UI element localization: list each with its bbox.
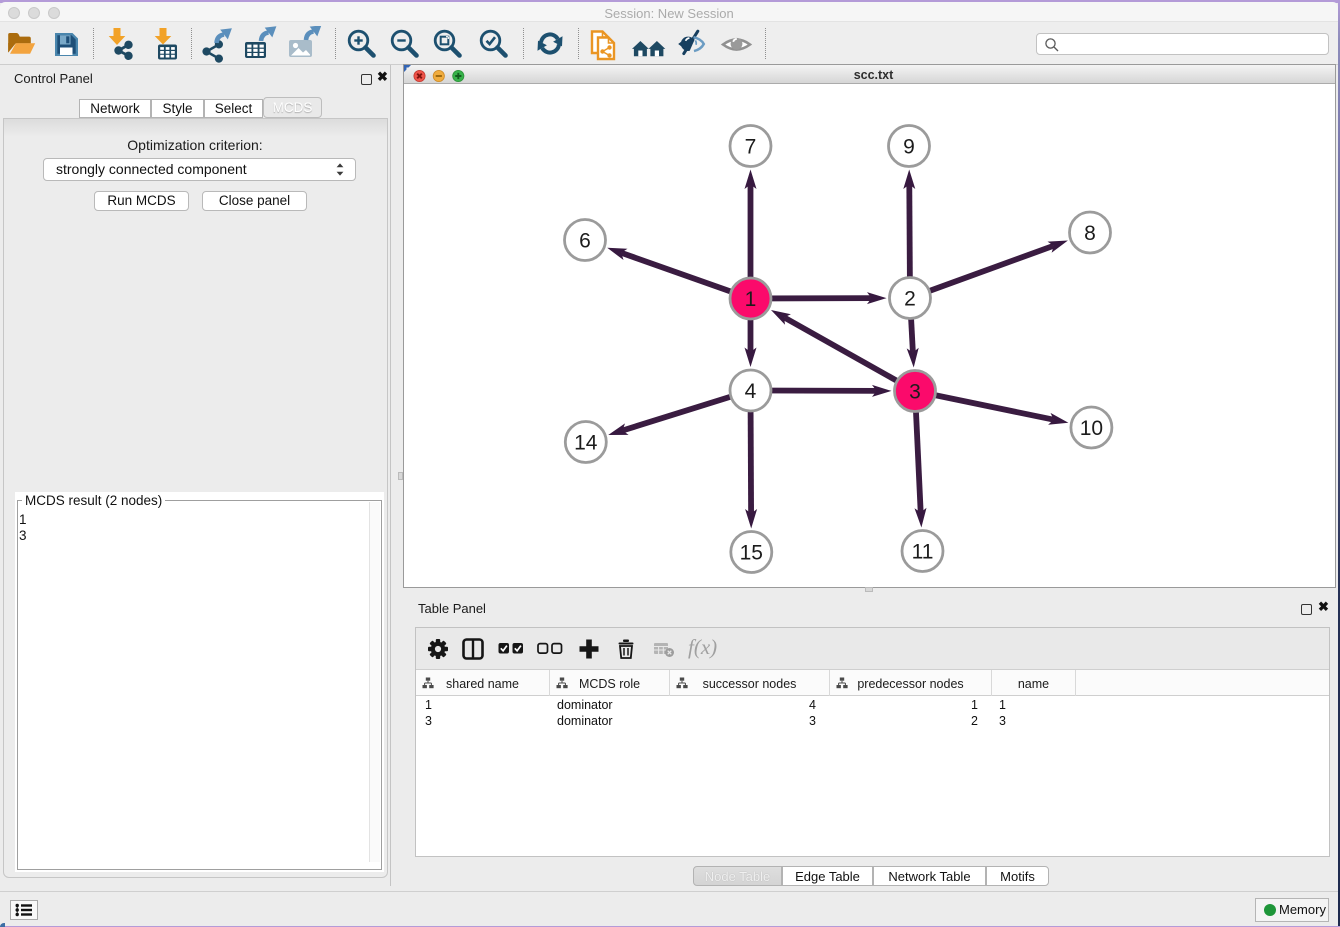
svg-text:15: 15 bbox=[740, 541, 763, 564]
svg-text:2: 2 bbox=[904, 287, 916, 310]
svg-text:4: 4 bbox=[745, 380, 757, 403]
svg-text:14: 14 bbox=[574, 431, 598, 454]
svg-text:3: 3 bbox=[909, 380, 921, 403]
svg-text:10: 10 bbox=[1080, 417, 1103, 440]
svg-text:8: 8 bbox=[1084, 222, 1096, 245]
svg-text:11: 11 bbox=[912, 540, 934, 563]
svg-text:9: 9 bbox=[903, 135, 915, 158]
svg-text:1: 1 bbox=[745, 288, 757, 311]
svg-text:6: 6 bbox=[579, 229, 591, 252]
svg-text:7: 7 bbox=[745, 135, 757, 158]
